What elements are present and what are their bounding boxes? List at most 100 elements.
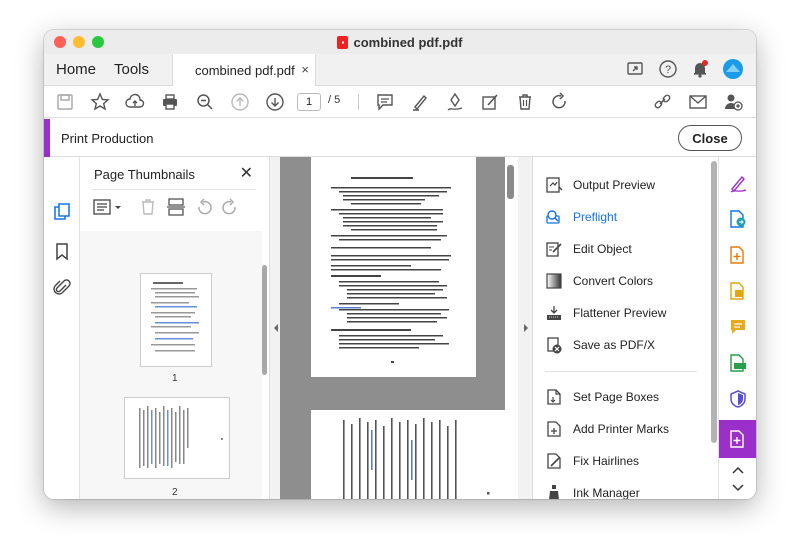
document-tab-label: combined pdf.pdf (195, 62, 295, 78)
rotate-icon[interactable] (549, 91, 571, 113)
zoom-out-icon[interactable] (194, 91, 216, 113)
window-title: ▪ combined pdf.pdf (337, 35, 463, 50)
print-production-tools-panel: Output Preview Preflight Edit Object Con… (532, 157, 718, 499)
delete-trash-icon[interactable] (514, 91, 536, 113)
tool-save-as-pdfx-label: Save as PDF/X (573, 338, 656, 352)
tool-set-page-boxes-label: Set Page Boxes (573, 390, 660, 404)
tab-home[interactable]: Home (56, 54, 96, 85)
tool-save-as-pdfx[interactable]: Save as PDF/X (545, 333, 655, 357)
tool-flattener-preview[interactable]: Flattener Preview (545, 301, 666, 325)
page-2-content (343, 418, 490, 499)
flattener-preview-icon (547, 306, 561, 320)
tool-output-preview-label: Output Preview (573, 178, 656, 192)
tool-preflight[interactable]: Preflight (545, 205, 617, 229)
close-tool-button[interactable]: Close (678, 125, 742, 151)
share-link-icon[interactable] (652, 91, 674, 113)
share-screen-icon[interactable] (626, 59, 646, 79)
tool-accent-strip (44, 119, 50, 157)
close-window-button[interactable] (54, 36, 66, 48)
create-pdf-icon[interactable] (728, 245, 748, 265)
tool-flattener-preview-label: Flattener Preview (573, 306, 667, 320)
print-production-rail-item-active[interactable] (719, 420, 756, 458)
tool-fix-hairlines[interactable]: Fix Hairlines (545, 449, 639, 473)
main-toolbar: 1 / 5 (44, 86, 756, 118)
right-splitter[interactable] (518, 157, 532, 499)
user-avatar-icon[interactable] (722, 58, 744, 80)
tool-fix-hairlines-label: Fix Hairlines (573, 454, 640, 468)
thumbnail-2-label: 2 (172, 487, 178, 498)
tab-document[interactable]: combined pdf.pdf × (172, 54, 316, 86)
rotate-right-icon[interactable] (220, 197, 240, 217)
page-number-input[interactable]: 1 (297, 93, 321, 111)
page-thumbnails-icon[interactable] (52, 202, 72, 222)
minimize-window-button[interactable] (73, 36, 85, 48)
scan-ocr-icon[interactable] (728, 353, 748, 373)
rotate-left-icon[interactable] (194, 197, 214, 217)
tool-convert-colors-label: Convert Colors (573, 274, 654, 288)
top-right-icons: ? (626, 58, 744, 80)
document-view[interactable] (280, 157, 505, 499)
edit-object-icon (546, 242, 562, 257)
split-page-icon[interactable] (166, 197, 186, 217)
ink-manager-icon (549, 485, 559, 499)
delete-page-icon[interactable] (138, 197, 158, 217)
rail-scroll-down-icon[interactable] (728, 481, 748, 495)
print-icon[interactable] (159, 91, 181, 113)
save-icon[interactable] (54, 91, 76, 113)
tool-output-preview[interactable]: Output Preview (545, 173, 655, 197)
toolbar-divider (358, 94, 359, 110)
comment-tool-icon[interactable] (728, 317, 748, 337)
page-thumbnail-1[interactable] (140, 273, 212, 367)
export-pdf-icon[interactable] (728, 209, 748, 229)
tool-ink-manager-label: Ink Manager (573, 486, 640, 499)
edit-pdf-icon[interactable] (728, 281, 748, 301)
thumbnails-scrollbar[interactable] (262, 265, 267, 375)
thumbnail-2-preview (139, 406, 223, 468)
tool-add-printer-marks[interactable]: Add Printer Marks (545, 417, 669, 441)
add-user-icon[interactable] (722, 91, 744, 113)
page-total: / 5 (328, 94, 341, 106)
notifications-bell-icon[interactable] (690, 59, 710, 79)
upload-cloud-icon[interactable] (124, 91, 146, 113)
fill-sign-icon[interactable] (479, 91, 501, 113)
email-icon[interactable] (687, 91, 709, 113)
panel-divider (92, 189, 256, 190)
tools-scrollbar[interactable] (711, 161, 717, 443)
tool-edit-object[interactable]: Edit Object (545, 237, 632, 261)
previous-page-icon[interactable] (229, 91, 251, 113)
fill-and-sign-icon[interactable] (728, 173, 748, 193)
tab-tools[interactable]: Tools (114, 54, 149, 85)
bookmarks-icon[interactable] (52, 241, 72, 261)
tool-preflight-label: Preflight (573, 210, 618, 224)
page-1-content (331, 177, 451, 363)
document-page-2 (311, 410, 505, 499)
document-scrollbar[interactable] (507, 165, 514, 199)
tool-ink-manager[interactable]: Ink Manager (545, 481, 640, 499)
bookmark-star-icon[interactable] (89, 91, 111, 113)
fix-hairlines-icon (547, 453, 561, 469)
tool-set-page-boxes[interactable]: Set Page Boxes (545, 385, 659, 409)
sign-pen-icon[interactable] (444, 91, 466, 113)
highlight-pen-icon[interactable] (409, 91, 431, 113)
app-window: ▪ combined pdf.pdf Home Tools combined p… (44, 30, 756, 499)
protect-shield-icon[interactable] (728, 389, 748, 409)
left-splitter[interactable] (270, 157, 280, 499)
tool-convert-colors[interactable]: Convert Colors (545, 269, 653, 293)
tools-group-divider (545, 371, 697, 372)
thumbnail-options-icon[interactable] (92, 197, 124, 217)
close-panel-icon[interactable]: ✕ (240, 163, 253, 183)
page-thumbnail-2[interactable] (124, 397, 230, 479)
right-tools-rail (718, 157, 756, 499)
output-preview-icon (546, 177, 563, 193)
close-tab-icon[interactable]: × (301, 62, 309, 77)
collapse-right-icon[interactable] (521, 322, 531, 334)
comment-icon[interactable] (374, 91, 396, 113)
help-icon[interactable]: ? (658, 59, 678, 79)
save-as-pdfx-icon (547, 337, 562, 354)
document-page-1 (311, 157, 476, 377)
next-page-icon[interactable] (264, 91, 286, 113)
zoom-window-button[interactable] (92, 36, 104, 48)
attachments-icon[interactable] (52, 278, 72, 298)
add-printer-marks-icon (547, 421, 561, 437)
rail-scroll-up-icon[interactable] (728, 463, 748, 477)
